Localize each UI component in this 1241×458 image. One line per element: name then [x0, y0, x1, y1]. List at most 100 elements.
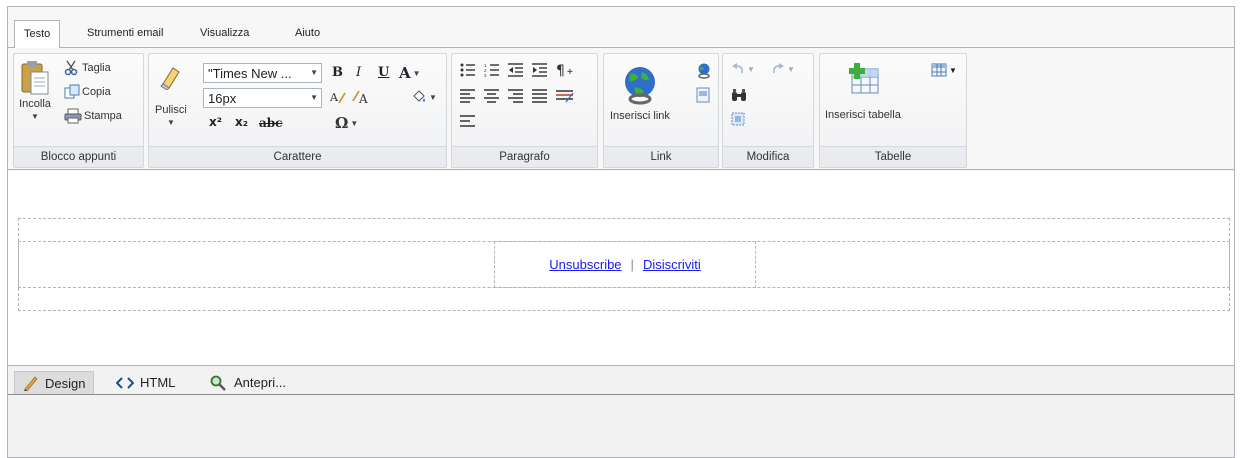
bold-button[interactable]: B [332, 65, 343, 80]
html-label: HTML [140, 375, 176, 390]
remove-link-icon[interactable] [696, 63, 712, 79]
underline-button[interactable]: U [378, 65, 389, 80]
print-label: Stampa [84, 110, 122, 122]
table-options-button[interactable]: ▼ [931, 63, 957, 77]
copy-button[interactable]: Copia [64, 84, 111, 100]
tables-group-label: Tabelle [820, 146, 966, 167]
paragraph-group: 123 ¶ + Paragrafo [451, 53, 598, 168]
increase-size-icon[interactable]: A [329, 89, 347, 105]
cut-label: Taglia [82, 62, 111, 74]
preview-label: Antepri... [234, 375, 287, 390]
font-family-value: "Times New ... [208, 66, 292, 81]
highlight-dropdown-icon: ▼ [429, 92, 437, 102]
insert-link-label: Inserisci link [610, 110, 670, 122]
edit-group: ▼ ▼ Modifica [722, 53, 814, 168]
indent-icon[interactable] [532, 63, 548, 77]
design-label: Design [45, 375, 86, 391]
tab-html[interactable]: HTML [108, 371, 183, 394]
code-icon [116, 376, 134, 390]
special-char-dropdown-icon: ▼ [350, 118, 359, 128]
ribbon: Incolla ▼ Taglia Copia Stampa Blocco app… [8, 48, 1234, 170]
svg-text:A: A [329, 91, 339, 104]
redo-icon [771, 63, 785, 75]
svg-text:A: A [358, 92, 368, 105]
tab-design[interactable]: Design [14, 371, 95, 394]
block-format-icon[interactable] [460, 114, 476, 128]
superscript-button[interactable]: x² [209, 115, 222, 129]
tables-group: Inserisci tabella ▼ Tabelle [819, 53, 967, 168]
insert-table-label: Inserisci tabella [825, 109, 901, 121]
email-editor: Testo Strumenti email Visualizza Aiuto I… [7, 6, 1235, 458]
globe-link-icon [620, 64, 660, 106]
undo-button[interactable]: ▼ [731, 63, 755, 75]
omega-icon: Ω [335, 114, 349, 132]
clear-dropdown-icon: ▼ [166, 118, 175, 127]
clear-format-button[interactable]: Pulisci ▼ [155, 64, 187, 144]
subscript-button[interactable]: x₂ [235, 115, 248, 129]
link-group-label: Link [604, 146, 718, 167]
outdent-icon[interactable] [508, 63, 524, 77]
align-right-icon[interactable] [508, 89, 524, 103]
clipboard-group-label: Blocco appunti [14, 146, 143, 167]
font-size-dropdown-icon: ▼ [310, 93, 318, 102]
paste-button[interactable]: Incolla ▼ [17, 60, 53, 138]
numbered-list-icon[interactable]: 123 [484, 63, 500, 77]
footer-cell[interactable]: Unsubscribe | Disiscriviti [494, 241, 756, 288]
paint-bucket-icon [411, 90, 427, 104]
align-left-icon[interactable] [460, 89, 476, 103]
table-options-dropdown-icon: ▼ [949, 65, 957, 75]
disiscriviti-link[interactable]: Disiscriviti [643, 257, 701, 272]
footer-links: Unsubscribe | Disiscriviti [495, 242, 755, 287]
redo-button[interactable]: ▼ [771, 63, 795, 75]
edit-group-label: Modifica [723, 146, 813, 167]
special-char-button[interactable]: Ω ▼ [335, 114, 358, 132]
insert-table-button[interactable]: Inserisci tabella [825, 63, 901, 121]
align-center-icon[interactable] [484, 89, 500, 103]
font-group-label: Carattere [149, 146, 446, 167]
bullet-list-icon[interactable] [460, 63, 476, 77]
svg-text:¶: ¶ [556, 63, 565, 78]
unsubscribe-link[interactable]: Unsubscribe [549, 257, 621, 272]
insert-link-button[interactable]: Inserisci link [610, 64, 670, 122]
font-color-button[interactable]: A ▼ [399, 64, 421, 82]
table-grid-icon [931, 63, 947, 77]
tab-strumenti-email[interactable]: Strumenti email [78, 20, 172, 48]
ribbon-tabs: Testo Strumenti email Visualizza Aiuto [8, 7, 1234, 49]
editor-content[interactable]: Unsubscribe | Disiscriviti [8, 171, 1234, 366]
link-group: Inserisci link Link [603, 53, 719, 168]
select-all-icon[interactable] [731, 112, 745, 126]
font-size-select[interactable]: 16px ▼ [203, 88, 322, 108]
undo-dropdown-icon: ▼ [747, 64, 755, 74]
tab-testo[interactable]: Testo [14, 20, 61, 49]
tab-aiuto[interactable]: Aiuto [286, 20, 329, 48]
highlight-button[interactable]: ▼ [411, 90, 437, 104]
copy-icon [64, 84, 80, 100]
tab-visualizza[interactable]: Visualizza [191, 20, 258, 48]
svg-text:+: + [567, 67, 573, 78]
cut-button[interactable]: Taglia [64, 60, 111, 76]
paste-icon [20, 60, 50, 96]
italic-button[interactable]: I [356, 65, 361, 80]
undo-icon [731, 63, 745, 75]
clipboard-group: Incolla ▼ Taglia Copia Stampa Blocco app… [13, 53, 144, 168]
align-justify-icon[interactable] [532, 89, 548, 103]
scissors-icon [64, 60, 80, 76]
anchor-icon[interactable] [696, 87, 710, 103]
strikethrough-button[interactable]: abc [259, 116, 282, 130]
font-family-dropdown-icon: ▼ [310, 68, 318, 77]
decrease-size-icon[interactable]: A [351, 89, 371, 105]
find-icon[interactable] [731, 88, 747, 102]
paste-dropdown-icon: ▼ [31, 112, 39, 121]
print-button[interactable]: Stampa [64, 108, 122, 124]
paragraph-mark-icon[interactable]: ¶ + [556, 62, 576, 78]
printer-icon [64, 108, 82, 124]
tab-preview[interactable]: Antepri... [202, 371, 294, 394]
horizontal-rule-icon[interactable] [556, 89, 574, 103]
font-family-select[interactable]: "Times New ... ▼ [203, 63, 322, 83]
view-mode-tabs: Design HTML Antepri... [8, 367, 1234, 395]
copy-label: Copia [82, 86, 111, 98]
link-separator: | [630, 257, 634, 272]
redo-dropdown-icon: ▼ [787, 64, 795, 74]
clear-format-label: Pulisci [155, 104, 187, 116]
insert-table-icon [846, 63, 880, 95]
